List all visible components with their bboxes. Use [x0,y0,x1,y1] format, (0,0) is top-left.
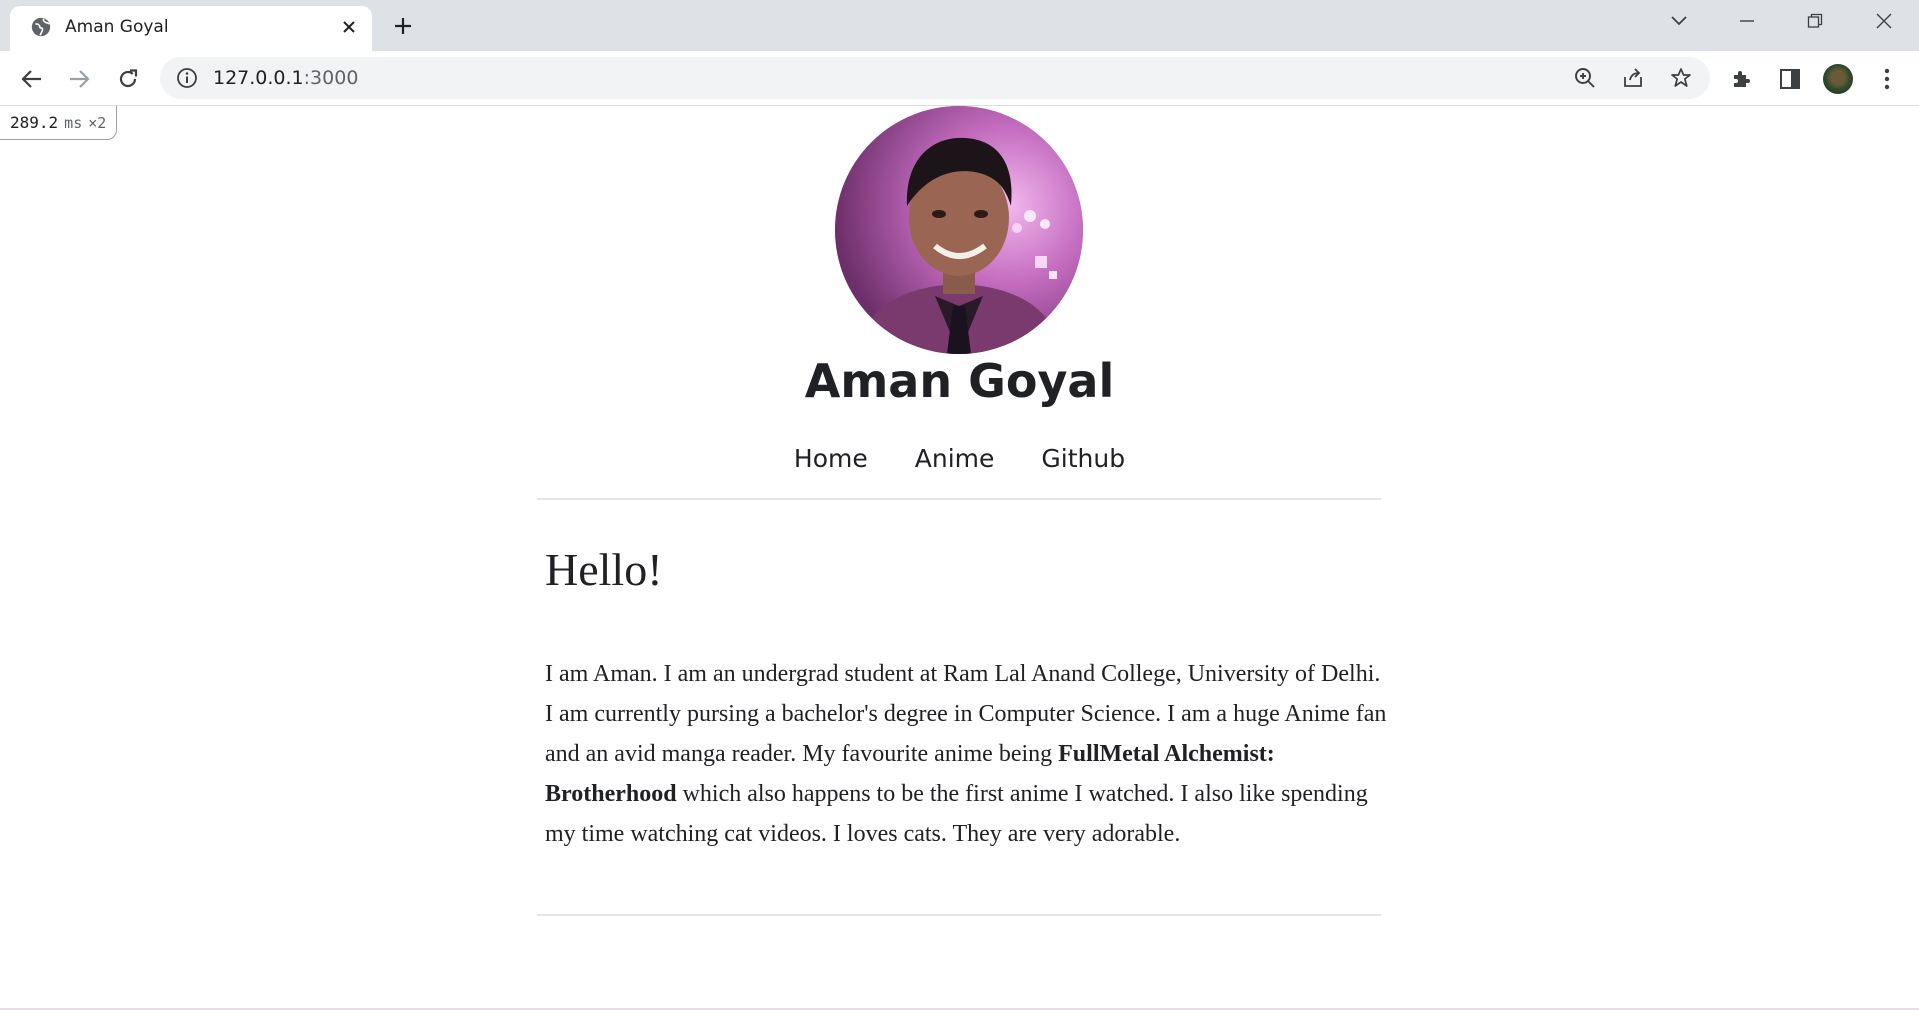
chevron-down-icon [1671,16,1687,26]
restore-button[interactable] [1795,6,1835,36]
zoom-icon[interactable] [1573,66,1597,90]
info-icon[interactable] [176,67,198,89]
perf-value: 289.2 [10,113,59,132]
side-panel-button[interactable] [1774,63,1806,95]
tab-strip: Aman Goyal [0,0,1919,51]
close-icon [1876,13,1892,29]
browser-toolbar: 127.0.0.1:3000 [0,51,1919,106]
plus-icon [395,18,411,34]
nav-anime[interactable]: Anime [915,444,995,473]
nav-home[interactable]: Home [794,444,868,473]
tab-close-icon[interactable] [336,14,362,40]
nav-github[interactable]: Github [1041,444,1125,473]
perf-badge: 289.2 ms ×2 [0,106,118,140]
site-title: Aman Goyal [804,354,1115,408]
globe-icon [31,17,51,37]
main-nav: Home Anime Github [0,444,1919,473]
extensions-button[interactable] [1726,63,1758,95]
browser-tab[interactable]: Aman Goyal [10,6,372,51]
tab-title: Aman Goyal [65,17,169,37]
more-vert-icon [1884,68,1890,90]
page-viewport: 289.2 ms ×2 Aman Goyal Home Anime Github… [0,106,1919,1010]
profile-avatar[interactable] [1823,64,1853,94]
bookmark-star-icon[interactable] [1669,66,1693,90]
url-host: 127.0.0.1 [213,67,304,89]
profile-photo [835,106,1083,354]
side-panel-icon [1780,69,1800,89]
address-bar[interactable]: 127.0.0.1:3000 [160,57,1710,99]
arrow-right-icon [70,70,90,88]
divider-top [537,498,1381,500]
url-port: :3000 [303,67,359,89]
back-button[interactable] [16,63,48,95]
share-icon[interactable] [1621,66,1645,90]
url-text[interactable]: 127.0.0.1:3000 [213,67,358,89]
divider-bottom [537,914,1381,916]
reload-button[interactable] [112,63,144,95]
perf-unit: ms [64,113,83,132]
close-window-button[interactable] [1864,6,1904,36]
page-heading: Hello! [545,544,663,595]
arrow-left-icon [21,70,41,88]
reload-icon [119,69,138,88]
new-tab-button[interactable] [388,11,418,41]
restore-icon [1807,13,1823,28]
perf-multiplier: ×2 [88,113,107,132]
menu-button[interactable] [1871,63,1903,95]
tab-search-button[interactable] [1659,6,1699,36]
bio-paragraph: I am Aman. I am an undergrad student at … [545,654,1387,854]
minimize-button[interactable] [1727,6,1767,36]
forward-button[interactable] [63,63,95,95]
minimize-icon [1740,20,1754,22]
puzzle-icon [1734,71,1750,87]
